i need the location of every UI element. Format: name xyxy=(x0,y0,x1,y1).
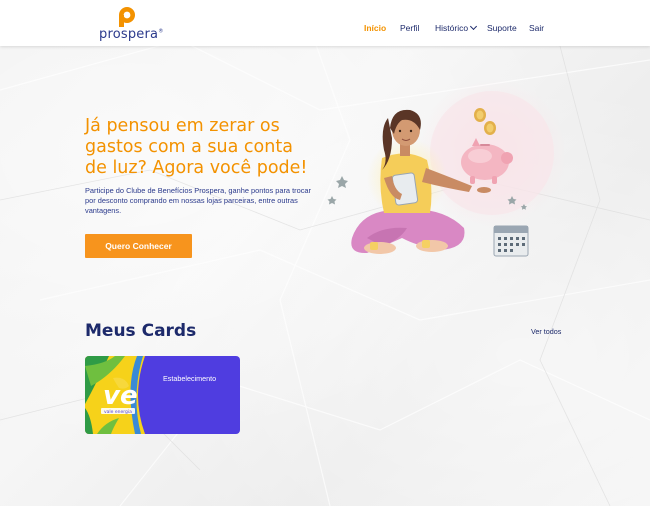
card-label: Estabelecimento xyxy=(163,374,217,383)
quero-conhecer-button[interactable]: Quero Conhecer xyxy=(85,234,192,258)
hero-title-line: de luz? Agora você pode! xyxy=(85,158,308,178)
brand-logo[interactable]: prospera® xyxy=(99,6,164,42)
nav-item-historico[interactable]: Histórico xyxy=(435,22,478,33)
nav-item-sair[interactable]: Sair xyxy=(529,23,544,33)
ver-todos-link[interactable]: Ver todos xyxy=(531,327,561,336)
card-logo-text: ve xyxy=(103,381,138,411)
hero-description: Participe do Clube de Benefícios Prosper… xyxy=(85,186,311,215)
chevron-down-icon xyxy=(470,22,478,31)
vale-energia-logo-icon: ve vale energia xyxy=(85,356,167,434)
hero-title-line: Já pensou em zerar os xyxy=(85,116,280,136)
prospera-logo-icon xyxy=(119,7,135,27)
nav-item-suporte[interactable]: Suporte xyxy=(487,23,517,33)
card-estabelecimento[interactable]: ve vale energia Estabelecimento xyxy=(85,356,240,434)
card-logo-tagline: vale energia xyxy=(104,409,132,415)
hero-title: Já pensou em zerar os gastos com a sua c… xyxy=(85,116,325,179)
woman-with-piggy-bank-illustration xyxy=(327,78,564,257)
brand-name: prospera® xyxy=(99,27,164,42)
nav-item-inicio[interactable]: Início xyxy=(364,23,386,33)
hero-title-line: gastos com a sua conta xyxy=(85,137,293,157)
nav-item-historico-label: Histórico xyxy=(435,23,469,33)
section-title-meus-cards: Meus Cards xyxy=(85,321,197,341)
nav-item-perfil[interactable]: Perfil xyxy=(400,23,419,33)
top-header: prospera® Início Perfil Histórico Suport… xyxy=(0,0,650,46)
